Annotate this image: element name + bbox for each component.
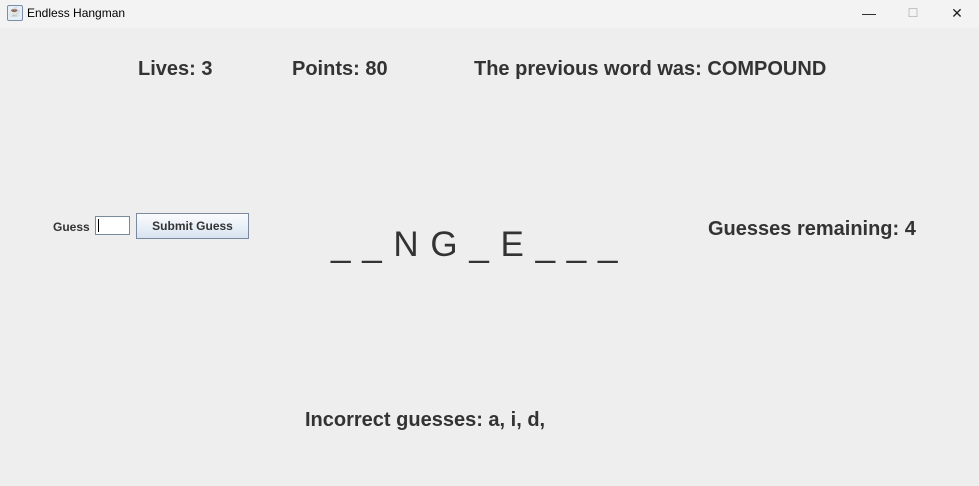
- java-app-icon: ☕: [7, 5, 23, 21]
- word-display: _ _ N G _ E _ _ _: [331, 225, 619, 264]
- submit-guess-button[interactable]: Submit Guess: [136, 213, 249, 239]
- window-title: Endless Hangman: [27, 6, 126, 20]
- points-label: Points: 80: [292, 58, 388, 80]
- guess-label: Guess: [53, 220, 90, 234]
- close-button[interactable]: ✕: [934, 0, 979, 28]
- title-bar: ☕ Endless Hangman — ☐ ✕: [0, 0, 979, 28]
- previous-word-label: The previous word was: COMPOUND: [474, 58, 827, 80]
- minimize-button[interactable]: —: [846, 0, 892, 28]
- maximize-button[interactable]: ☐: [890, 0, 936, 28]
- guess-input[interactable]: [95, 216, 130, 235]
- lives-label: Lives: 3: [138, 58, 213, 80]
- incorrect-guesses-label: Incorrect guesses: a, i, d,: [305, 409, 546, 431]
- guesses-remaining-label: Guesses remaining: 4: [708, 218, 916, 240]
